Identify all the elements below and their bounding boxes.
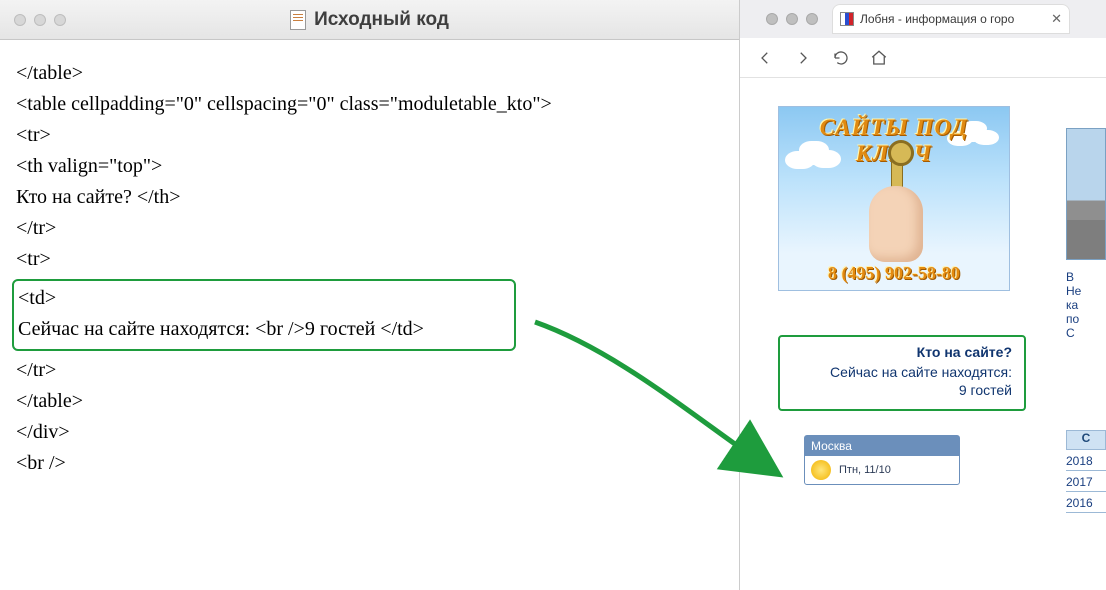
who-online-count: 9 гостей: [792, 381, 1012, 399]
edge-thumbnail[interactable]: [1066, 128, 1106, 260]
right-edge-content: В Не ка по С С 2018 2017 2016: [1066, 128, 1106, 513]
edge-row[interactable]: 2017: [1066, 471, 1106, 492]
close-dot[interactable]: [14, 14, 26, 26]
source-code-area[interactable]: </table> <table cellpadding="0" cellspac…: [0, 40, 739, 489]
minimize-dot[interactable]: [786, 13, 798, 25]
text-snippet: Не: [1066, 284, 1106, 298]
back-icon[interactable]: [756, 49, 774, 67]
code-line: Кто на сайте? </th>: [16, 182, 723, 213]
code-line: </table>: [16, 386, 723, 417]
code-line: <th valign="top">: [16, 151, 723, 182]
code-line: </tr>: [16, 213, 723, 244]
code-line: <br />: [16, 448, 723, 479]
source-code-window: Исходный код </table> <table cellpadding…: [0, 0, 740, 590]
ad-banner[interactable]: САЙТЫ ПОД КЛЮЧ 8 (495) 902-58-80: [778, 106, 1010, 291]
code-line: </div>: [16, 417, 723, 448]
tab-title: Лобня - информация о горо: [860, 12, 1014, 26]
weather-row: Птн, 11/10: [805, 456, 959, 484]
tab-close-icon[interactable]: ✕: [1051, 11, 1062, 27]
minimize-dot[interactable]: [34, 14, 46, 26]
code-line: <table cellpadding="0" cellspacing="0" c…: [16, 89, 723, 120]
code-line: <tr>: [16, 244, 723, 275]
document-icon: [290, 10, 306, 30]
weather-date: Птн, 11/10: [839, 464, 891, 476]
browser-tab[interactable]: Лобня - информация о горо ✕: [832, 4, 1070, 34]
code-line: </table>: [16, 58, 723, 89]
window-controls: [0, 14, 66, 26]
who-online-title: Кто на сайте?: [792, 343, 1012, 361]
banner-phone: 8 (495) 902-58-80: [779, 263, 1009, 284]
home-icon[interactable]: [870, 49, 888, 67]
who-online-line: Сейчас на сайте находятся:: [792, 363, 1012, 381]
text-snippet: по: [1066, 312, 1106, 326]
browser-toolbar: [740, 38, 1106, 78]
browser-window: Лобня - информация о горо ✕ САЙТЫ ПОД КЛ…: [740, 0, 1106, 590]
window-controls: [752, 13, 818, 25]
code-line: <tr>: [16, 120, 723, 151]
highlight-box-source: <td> Сейчас на сайте находятся: <br />9 …: [12, 279, 516, 351]
text-snippet: В: [1066, 270, 1106, 284]
reload-icon[interactable]: [832, 49, 850, 67]
who-online-widget: Кто на сайте? Сейчас на сайте находятся:…: [778, 335, 1026, 411]
window-title-text: Исходный код: [314, 9, 449, 31]
text-snippet: С: [1066, 326, 1106, 340]
browser-tabbar: Лобня - информация о горо ✕: [740, 0, 1106, 38]
edge-text-snippet: В Не ка по С: [1066, 270, 1106, 340]
text-snippet: ка: [1066, 298, 1106, 312]
sun-icon: [811, 460, 831, 480]
weather-widget[interactable]: Москва Птн, 11/10: [804, 435, 960, 485]
zoom-dot[interactable]: [54, 14, 66, 26]
code-line: Сейчас на сайте находятся: <br />9 госте…: [18, 314, 508, 345]
close-dot[interactable]: [766, 13, 778, 25]
weather-city: Москва: [805, 436, 959, 456]
forward-icon[interactable]: [794, 49, 812, 67]
window-title: Исходный код: [0, 9, 739, 31]
code-line: </tr>: [16, 355, 723, 386]
edge-table-header: С: [1066, 430, 1106, 450]
page-content[interactable]: САЙТЫ ПОД КЛЮЧ 8 (495) 902-58-80 Кто на …: [740, 78, 1106, 590]
code-line: <td>: [18, 283, 508, 314]
edge-table-rows: 2018 2017 2016: [1066, 450, 1106, 513]
favicon-icon: [840, 12, 854, 26]
window-titlebar: Исходный код: [0, 0, 739, 40]
zoom-dot[interactable]: [806, 13, 818, 25]
hand-icon: [869, 186, 923, 262]
edge-row[interactable]: 2018: [1066, 450, 1106, 471]
edge-row[interactable]: 2016: [1066, 492, 1106, 513]
